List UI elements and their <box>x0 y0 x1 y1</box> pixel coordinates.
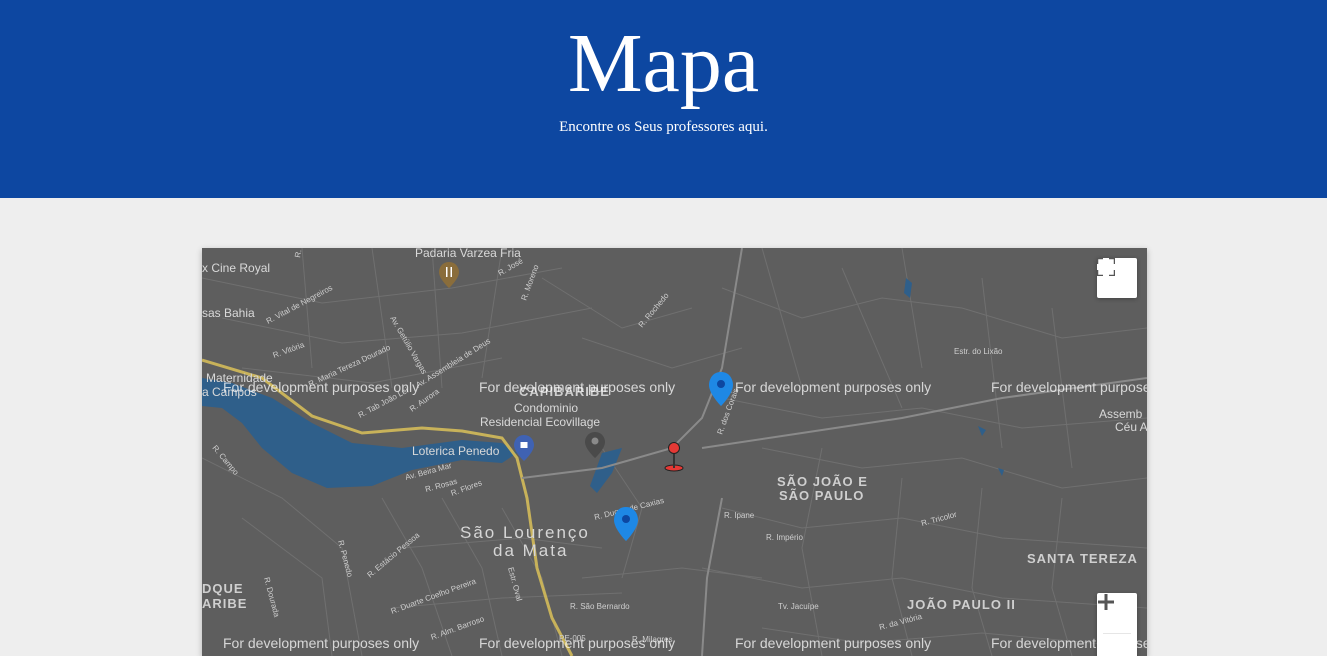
poi-bahia: sas Bahia <box>202 306 255 320</box>
dev-watermark: For development purposes only <box>223 635 420 651</box>
page-title: Mapa <box>567 17 760 110</box>
hood-joao-paulo: JOÃO PAULO II <box>907 597 1016 612</box>
hood-dque-line2: ARIBE <box>202 596 247 611</box>
street-r-duarte: R. Duarte Coelho Pereira <box>390 577 478 616</box>
street-r-campo: R. Campo <box>210 444 240 478</box>
dev-watermark: For development purposes only <box>479 635 676 651</box>
hood-sao-lourenco-line2: da Mata <box>493 541 568 560</box>
hood-sao-joao-line1: SÃO JOÃO E <box>777 474 868 489</box>
page-header: Mapa Encontre os Seus professores aqui. <box>0 0 1327 198</box>
fullscreen-button[interactable] <box>1097 258 1137 298</box>
restaurant-icon[interactable] <box>439 262 459 288</box>
location-pin-icon[interactable] <box>664 442 684 472</box>
dev-watermark: For development purposes only <box>991 379 1147 395</box>
minus-icon <box>1098 600 1114 604</box>
hood-dque-line1: DQUE <box>202 581 244 596</box>
street-r-rochedo: R. Rochedo <box>637 291 671 330</box>
street-av-getulio: Av. Getúlio Vargas <box>388 315 428 376</box>
street-r-moreno: R. Moreno <box>519 263 540 302</box>
street-r-sao: R. São <box>293 248 306 258</box>
poi-condominio-line2: Residencial Ecovillage <box>480 415 600 429</box>
poi-assembly-line1: Assemb <box>1099 407 1143 421</box>
dev-watermark: For development purposes only <box>479 379 676 395</box>
street-r-estacio: R. Estácio Pessoa <box>366 530 422 579</box>
street-estr-oval: Estr. Oval <box>506 566 524 602</box>
street-r-vitoria2: R. da Vitória <box>878 612 923 632</box>
poi-loterica: Loterica Penedo <box>412 444 500 458</box>
street-r-vitoria: R. Vitória <box>272 340 306 360</box>
zoom-out-button[interactable] <box>1097 600 1137 656</box>
poi-condominio-line1: Condominio <box>514 401 578 415</box>
page-subtitle: Encontre os Seus professores aqui. <box>559 119 768 135</box>
street-r-alm: R. Alm. Barroso <box>430 614 486 642</box>
street-r-dourada: R. Dourada <box>262 576 281 618</box>
zoom-control <box>1097 593 1137 656</box>
hood-sao-lourenco-line1: São Lourenço <box>460 523 590 542</box>
fullscreen-icon <box>1097 258 1115 276</box>
poi-bakery: Padaria Varzea Fria <box>415 248 521 260</box>
map-container[interactable]: CAPIBARIBE SÃO JOÃO E SÃO PAULO SANTA TE… <box>202 248 1147 656</box>
street-r-ipane: R. Ipane <box>724 511 755 520</box>
street-sao-bernardo: R. São Bernardo <box>570 602 630 611</box>
street-tv-jacuipe: Tv. Jacuípe <box>778 602 819 611</box>
poi-cinema: x Cine Royal <box>202 261 270 275</box>
street-r-imperio: R. Império <box>766 533 803 542</box>
dev-watermark: For development purposes only <box>735 379 932 395</box>
street-r-penedo: R. Penedo <box>336 539 355 578</box>
dev-watermark: For development purposes only <box>735 635 932 651</box>
hood-santa-tereza: SANTA TEREZA <box>1027 551 1138 566</box>
dev-watermark: For development purposes only <box>223 379 420 395</box>
map-canvas[interactable]: CAPIBARIBE SÃO JOÃO E SÃO PAULO SANTA TE… <box>202 248 1147 656</box>
street-estr-lixao: Estr. do Lixão <box>954 347 1003 356</box>
street-r-vital: R. Vital de Negreiros <box>265 283 334 326</box>
hood-sao-joao-line2: SÃO PAULO <box>779 488 864 503</box>
poi-assembly-line2: Céu A <box>1115 420 1147 434</box>
